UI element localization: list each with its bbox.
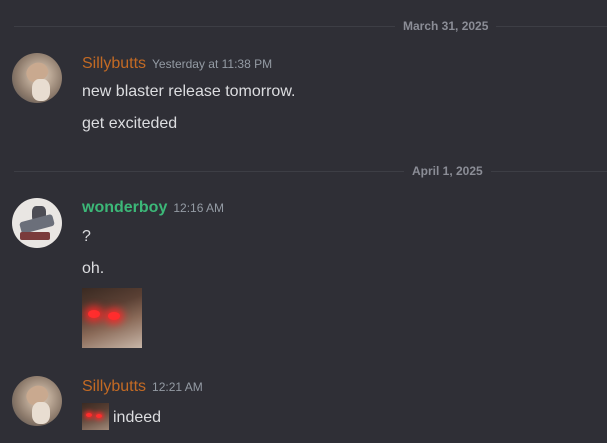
date-divider: March 31, 2025 xyxy=(14,17,607,35)
avatar[interactable] xyxy=(12,53,62,103)
message-line: indeed xyxy=(82,403,161,430)
timestamp[interactable]: 12:21 AM xyxy=(152,380,203,394)
message-text: new blaster release tomorrow. xyxy=(82,83,296,100)
date-divider: April 1, 2025 xyxy=(14,162,607,180)
red-eye-glow xyxy=(86,413,92,417)
username[interactable]: Sillybutts xyxy=(82,55,146,72)
message-header: wonderboy 12:16 AM xyxy=(82,199,224,217)
glowing-red-eyes-image[interactable] xyxy=(82,288,142,348)
red-eye-glow xyxy=(88,310,100,318)
red-eye-glow xyxy=(96,414,102,418)
message-text: get exciteded xyxy=(82,115,178,132)
glowing-red-eyes-emoji[interactable] xyxy=(82,403,109,430)
divider-date: April 1, 2025 xyxy=(404,162,491,180)
message-text: oh. xyxy=(82,260,105,277)
message-header: Sillybutts Yesterday at 11:38 PM xyxy=(82,55,272,73)
timestamp[interactable]: Yesterday at 11:38 PM xyxy=(152,57,272,71)
message-text: ? xyxy=(82,228,91,245)
divider-date: March 31, 2025 xyxy=(395,17,497,35)
message-text: indeed xyxy=(113,409,162,426)
username[interactable]: Sillybutts xyxy=(82,378,146,395)
username[interactable]: wonderboy xyxy=(82,199,167,216)
avatar[interactable] xyxy=(12,376,62,426)
divider-line xyxy=(14,171,607,172)
timestamp[interactable]: 12:16 AM xyxy=(173,201,224,215)
divider-line xyxy=(14,26,607,27)
message-header: Sillybutts 12:21 AM xyxy=(82,378,203,396)
red-eye-glow xyxy=(108,312,120,320)
avatar-art xyxy=(20,232,50,240)
avatar[interactable] xyxy=(12,198,62,248)
